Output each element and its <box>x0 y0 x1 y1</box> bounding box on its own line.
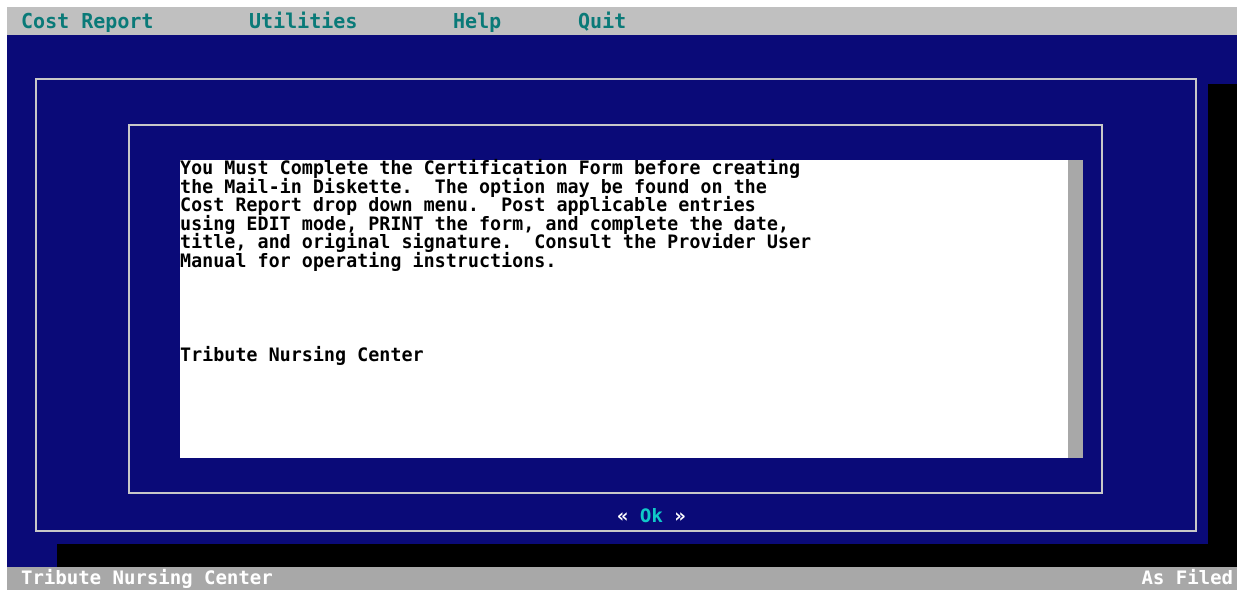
ok-left-chevron: « <box>617 505 640 527</box>
ok-label: Ok <box>639 505 663 527</box>
status-filing: As Filed <box>1141 567 1233 589</box>
ok-right-chevron: » <box>662 505 686 527</box>
message-panel: You Must Complete the Certification Form… <box>180 159 1083 458</box>
message-text: You Must Complete the Certification Form… <box>180 159 1060 272</box>
menu-cost-report[interactable]: Cost Report <box>21 7 153 35</box>
message-dialog: You Must Complete the Certification Form… <box>7 35 1208 544</box>
menu-utilities[interactable]: Utilities <box>249 7 357 35</box>
facility-name-text: Tribute Nursing Center <box>180 345 424 366</box>
dos-screen: Cost Report Utilities Help Quit You Must… <box>7 7 1237 590</box>
ok-button[interactable]: « Ok » <box>617 504 686 528</box>
menu-quit[interactable]: Quit <box>578 7 626 35</box>
menu-help[interactable]: Help <box>453 7 501 35</box>
message-line: Manual for operating instructions. <box>180 250 557 272</box>
menu-bar: Cost Report Utilities Help Quit <box>7 7 1237 35</box>
dialog-shadow-right <box>1208 84 1237 574</box>
status-facility-name: Tribute Nursing Center <box>21 567 273 589</box>
status-bar: Tribute Nursing Center As Filed <box>7 567 1237 590</box>
message-scrollbar[interactable] <box>1068 160 1083 458</box>
